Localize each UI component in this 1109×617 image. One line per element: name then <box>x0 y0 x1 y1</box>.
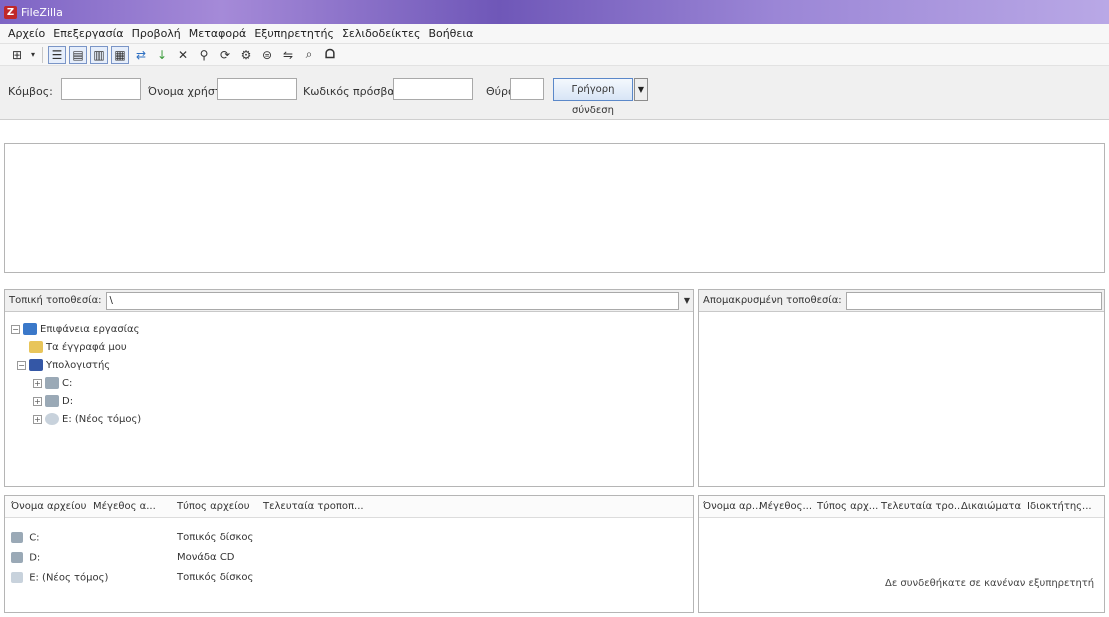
toolbar-separator <box>42 46 43 63</box>
cd-drive-icon <box>11 552 23 563</box>
local-list-header: Όνομα αρχείου Μέγεθος α... Τύπος αρχείου… <box>5 496 693 518</box>
list-item-drive-c[interactable]: C: Τοπικός δίσκος <box>11 532 611 550</box>
menu-server[interactable]: Εξυπηρετητής <box>254 27 334 40</box>
col-filetype[interactable]: Τύπος αρχ... <box>817 501 878 512</box>
menu-transfer[interactable]: Μεταφορά <box>189 27 247 40</box>
local-site-dropdown-icon[interactable]: ▼ <box>681 296 693 305</box>
filezilla-logo-icon: Z <box>4 5 17 19</box>
file-type: Μονάδα CD <box>177 552 235 563</box>
quickconnect-button[interactable]: Γρήγορη σύνδεση <box>553 78 633 116</box>
binoculars-icon[interactable]: ᗝ <box>321 46 339 64</box>
search-icon[interactable]: ⌕ <box>300 46 318 64</box>
local-tree-panel: Τοπική τοποθεσία: \ ▼ − Επιφάνεια εργασί… <box>4 289 694 487</box>
remote-site-input[interactable] <box>845 291 1102 310</box>
removable-drive-icon <box>11 572 23 583</box>
toggle-queue-icon[interactable]: ▦ <box>111 45 129 64</box>
title-bar: Z FileZilla <box>0 0 1109 24</box>
remote-site-bar: Απομακρυσμένη τοποθεσία: <box>699 290 1104 312</box>
col-filename[interactable]: Όνομα αρ... <box>703 501 761 512</box>
expand-icon[interactable]: + <box>33 414 42 424</box>
hard-drive-icon <box>11 532 23 543</box>
col-filesize[interactable]: Μέγεθος... <box>759 501 812 512</box>
menu-bookmarks[interactable]: Σελιδοδείκτες <box>342 27 421 40</box>
col-filesize[interactable]: Μέγεθος α... <box>93 501 156 512</box>
desktop-icon <box>23 323 37 335</box>
menu-view[interactable]: Προβολή <box>132 27 181 40</box>
tree-item-drive-e[interactable]: + E: (Νέος τόμος) <box>11 410 141 428</box>
toggle-remote-tree-icon[interactable]: ▥ <box>90 45 108 64</box>
cancel-icon[interactable]: ✕ <box>174 46 192 64</box>
refresh-icon[interactable]: ⇄ <box>132 46 150 64</box>
tree-item-label: D: <box>62 395 74 407</box>
tree-item-my-documents[interactable]: Τα έγγραφά μου <box>11 338 141 356</box>
disconnect-icon[interactable]: ⚲ <box>195 46 213 64</box>
toolbar: ⊞ ▾ ☰ ▤ ▥ ▦ ⇄ ↓ ✕ ⚲ ⟳ ⚙ ⊜ ⇋ ⌕ ᗝ <box>0 44 1109 66</box>
quickconnect-dropdown-icon[interactable]: ▼ <box>634 78 648 101</box>
file-name: E: (Νέος τόμος) <box>29 572 109 584</box>
toggle-log-icon[interactable]: ☰ <box>48 45 66 64</box>
tree-item-drive-c[interactable]: + C: <box>11 374 141 392</box>
file-name: C: <box>29 532 40 544</box>
expand-icon[interactable]: + <box>33 378 42 388</box>
removable-drive-icon <box>45 413 59 425</box>
local-directory-tree: − Επιφάνεια εργασίας Τα έγγραφά μου − Υπ… <box>11 320 141 428</box>
tree-item-label: E: (Νέος τόμος) <box>62 413 142 425</box>
remote-tree-panel: Απομακρυσμένη τοποθεσία: <box>698 289 1105 487</box>
local-site-input[interactable]: \ <box>105 291 679 310</box>
remote-list-header: Όνομα αρ... Μέγεθος... Τύπος αρχ... Τελε… <box>699 496 1104 518</box>
list-item-drive-e[interactable]: E: (Νέος τόμος) Τοπικός δίσκος <box>11 572 611 590</box>
tree-item-label: Επιφάνεια εργασίας <box>40 323 140 335</box>
message-log[interactable] <box>4 143 1105 273</box>
host-input[interactable] <box>61 78 141 100</box>
file-type: Τοπικός δίσκος <box>177 532 254 543</box>
menu-file[interactable]: Αρχείο <box>8 27 45 40</box>
tree-item-label: Τα έγγραφά μου <box>46 341 127 353</box>
local-site-label: Τοπική τοποθεσία: <box>9 295 102 306</box>
collapse-icon[interactable]: − <box>11 324 20 334</box>
collapse-icon[interactable]: − <box>17 360 26 370</box>
file-type: Τοπικός δίσκος <box>177 572 254 583</box>
tree-item-desktop[interactable]: − Επιφάνεια εργασίας <box>11 320 141 338</box>
menu-help[interactable]: Βοήθεια <box>428 27 473 40</box>
remote-file-list: Όνομα αρ... Μέγεθος... Τύπος αρχ... Τελε… <box>698 495 1105 613</box>
port-input[interactable] <box>510 78 544 100</box>
not-connected-message: Δε συνδεθήκατε σε κανέναν εξυπηρετητή <box>885 578 1095 589</box>
tree-item-label: Υπολογιστής <box>46 359 111 371</box>
sync-browse-icon[interactable]: ⇋ <box>279 46 297 64</box>
computer-icon <box>29 359 43 371</box>
host-label: Κόμβος: <box>8 85 53 98</box>
folder-icon <box>29 341 43 353</box>
toggle-tree-icon[interactable]: ▤ <box>69 45 87 64</box>
col-owner[interactable]: Ιδιοκτήτης... <box>1027 501 1092 512</box>
window-title: FileZilla <box>21 5 63 19</box>
password-input[interactable] <box>393 78 473 100</box>
tree-item-label: C: <box>62 377 73 389</box>
compare-icon[interactable]: ⊜ <box>258 46 276 64</box>
filter-icon[interactable]: ⚙ <box>237 46 255 64</box>
file-name: D: <box>29 552 41 564</box>
quickconnect-bar: Κόμβος: Όνομα χρήστη: Κωδικός πρόσβασης:… <box>0 66 1109 120</box>
reconnect-icon[interactable]: ⟳ <box>216 46 234 64</box>
hard-drive-icon <box>45 377 59 389</box>
process-queue-icon[interactable]: ↓ <box>153 46 171 64</box>
col-last-modified[interactable]: Τελευταία τρο... <box>881 501 963 512</box>
cd-drive-icon <box>45 395 59 407</box>
col-last-modified[interactable]: Τελευταία τροποπ... <box>263 501 364 512</box>
remote-site-label: Απομακρυσμένη τοποθεσία: <box>703 295 842 306</box>
col-filename[interactable]: Όνομα αρχείου <box>11 501 86 512</box>
menu-bar: Αρχείο Επεξεργασία Προβολή Μεταφορά Εξυπ… <box>0 24 1109 44</box>
menu-edit[interactable]: Επεξεργασία <box>53 27 123 40</box>
tree-item-computer[interactable]: − Υπολογιστής <box>11 356 141 374</box>
expand-icon[interactable]: + <box>33 396 42 406</box>
dropdown-arrow-icon[interactable]: ▾ <box>29 46 37 64</box>
col-permissions[interactable]: Δικαιώματα <box>961 501 1021 512</box>
user-input[interactable] <box>217 78 297 100</box>
site-manager-icon[interactable]: ⊞ <box>8 46 26 64</box>
local-site-bar: Τοπική τοποθεσία: \ ▼ <box>5 290 693 312</box>
local-file-list: Όνομα αρχείου Μέγεθος α... Τύπος αρχείου… <box>4 495 694 613</box>
list-item-drive-d[interactable]: D: Μονάδα CD <box>11 552 611 570</box>
col-filetype[interactable]: Τύπος αρχείου <box>177 501 250 512</box>
tree-item-drive-d[interactable]: + D: <box>11 392 141 410</box>
